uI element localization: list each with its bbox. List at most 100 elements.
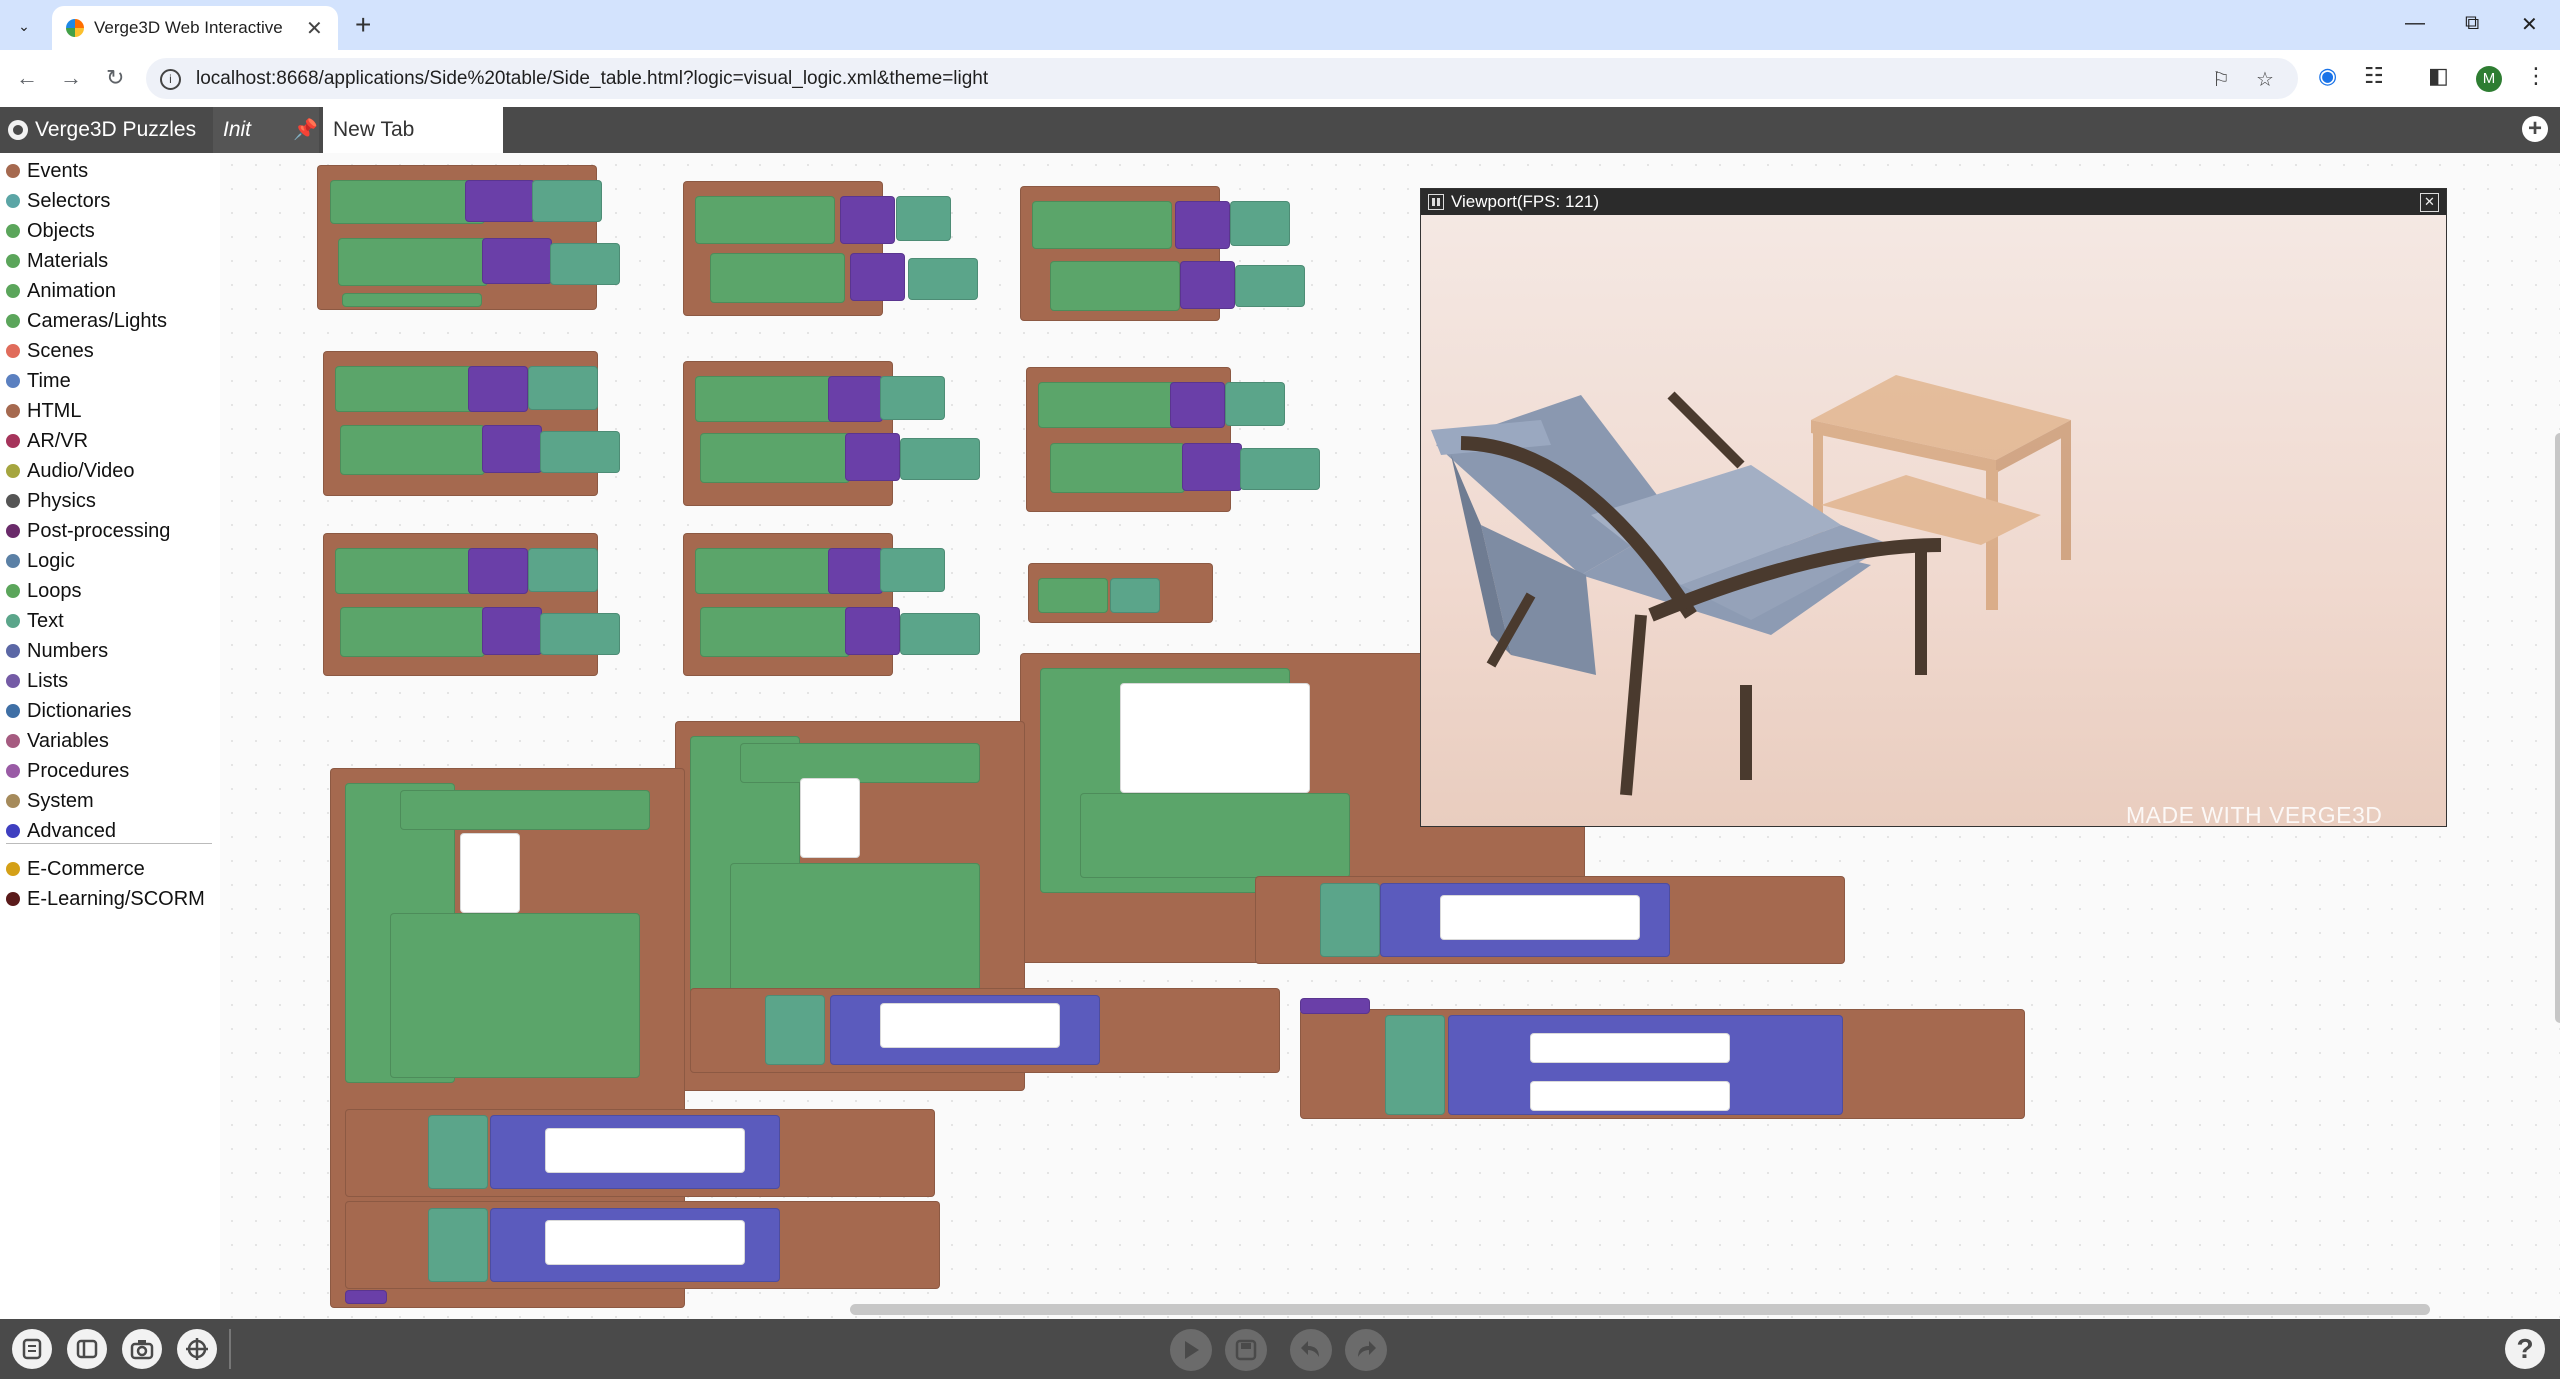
create-list-block[interactable] xyxy=(850,253,905,301)
category-loops[interactable]: Loops xyxy=(6,577,82,605)
map-range-block[interactable] xyxy=(1530,1033,1730,1063)
map-range-block[interactable] xyxy=(1120,683,1310,793)
site-info-icon[interactable]: i xyxy=(160,69,181,90)
translate-icon[interactable]: ⚐ xyxy=(2212,67,2230,92)
assign-material-block[interactable] xyxy=(342,293,482,307)
close-icon[interactable]: ✕ xyxy=(2420,193,2439,212)
get-morph-factor-block[interactable] xyxy=(740,743,980,783)
forward-arrow-icon[interactable]: → xyxy=(60,65,82,91)
workspace-vertical-scrollbar[interactable] xyxy=(2555,433,2560,1023)
create-list-block[interactable] xyxy=(828,376,883,422)
category-numbers[interactable]: Numbers xyxy=(6,637,108,665)
category-advanced[interactable]: Advanced xyxy=(6,817,116,845)
category-text[interactable]: Text xyxy=(6,607,64,635)
set-morph-factor-block[interactable] xyxy=(390,913,640,1078)
google-translate-extension-icon[interactable]: ◉ xyxy=(2318,63,2337,89)
create-list-block[interactable] xyxy=(482,425,542,473)
assign-material-block[interactable] xyxy=(700,607,850,657)
browser-menu-icon[interactable]: ⋮ xyxy=(2525,63,2547,89)
create-list-block[interactable] xyxy=(845,433,900,481)
assign-material-block[interactable] xyxy=(1050,261,1180,311)
restore-window-icon[interactable]: ⧉ xyxy=(2465,12,2479,35)
map-range-block[interactable] xyxy=(1440,895,1640,940)
assign-material-block[interactable] xyxy=(340,425,485,475)
category-audio-video[interactable]: Audio/Video xyxy=(6,457,135,485)
get-morph-factor-block[interactable] xyxy=(400,790,650,830)
create-list-block[interactable] xyxy=(1175,201,1230,249)
close-tab-icon[interactable]: ✕ xyxy=(306,16,323,41)
category-procedures[interactable]: Procedures xyxy=(6,757,129,785)
set-morph-factor-block[interactable] xyxy=(1080,793,1350,878)
pin-icon[interactable]: 📌 xyxy=(293,117,318,142)
category-lists[interactable]: Lists xyxy=(6,667,68,695)
new-tab-button[interactable]: + xyxy=(355,9,371,41)
browser-tab-active[interactable]: Verge3D Web Interactive ✕ xyxy=(52,6,338,50)
list-values-block[interactable] xyxy=(908,258,978,300)
create-list-block[interactable] xyxy=(845,607,900,655)
viewport-window[interactable]: Viewport(FPS: 121) ✕ MADE WITH VERGE3D xyxy=(1420,188,2447,827)
category-html[interactable]: HTML xyxy=(6,397,81,425)
map-range-block[interactable] xyxy=(545,1128,745,1173)
create-list-block[interactable] xyxy=(1182,443,1242,491)
workspace-horizontal-scrollbar[interactable] xyxy=(850,1304,2430,1315)
list-values-block[interactable] xyxy=(900,613,980,655)
category-materials[interactable]: Materials xyxy=(6,247,108,275)
assign-material-block[interactable] xyxy=(335,366,480,412)
assign-material-block[interactable] xyxy=(1032,201,1172,249)
center-workspace-icon[interactable] xyxy=(177,1329,217,1369)
create-text-block[interactable] xyxy=(428,1208,488,1282)
list-values-block[interactable] xyxy=(880,548,945,592)
create-list-block[interactable] xyxy=(482,238,552,284)
create-list-block[interactable] xyxy=(465,180,535,222)
side-panel-icon[interactable]: ◧ xyxy=(2428,63,2449,89)
text-block[interactable] xyxy=(1110,578,1160,613)
category-cameras-lights[interactable]: Cameras/Lights xyxy=(6,307,167,335)
map-range-block[interactable] xyxy=(545,1220,745,1265)
set-morph-factor-block[interactable] xyxy=(730,863,980,993)
undo-icon[interactable] xyxy=(1290,1329,1332,1371)
logic-block[interactable] xyxy=(1038,578,1108,613)
assign-material-block[interactable] xyxy=(695,196,835,244)
redo-icon[interactable] xyxy=(1345,1329,1387,1371)
map-range-block[interactable] xyxy=(1530,1081,1730,1111)
create-text-block[interactable] xyxy=(765,995,825,1065)
url-text[interactable]: localhost:8668/applications/Side%20table… xyxy=(196,68,988,90)
3d-scene-view[interactable]: MADE WITH VERGE3D TRIAL xyxy=(1421,215,2446,826)
create-list-block[interactable] xyxy=(840,196,895,244)
assign-material-block[interactable] xyxy=(340,607,485,657)
minimize-window-icon[interactable]: — xyxy=(2405,12,2425,35)
create-list-block[interactable] xyxy=(1170,382,1225,428)
category-selectors[interactable]: Selectors xyxy=(6,187,110,215)
profile-avatar[interactable]: M xyxy=(2476,66,2502,92)
create-text-block[interactable] xyxy=(1320,883,1380,957)
map-range-block[interactable] xyxy=(460,833,520,913)
list-values-block[interactable] xyxy=(1235,265,1305,307)
list-values-block[interactable] xyxy=(540,613,620,655)
create-list-block[interactable] xyxy=(482,607,542,655)
play-icon[interactable] xyxy=(1170,1329,1212,1371)
map-range-block[interactable] xyxy=(800,778,860,858)
list-values-block[interactable] xyxy=(896,196,951,241)
assign-material-block[interactable] xyxy=(700,433,850,483)
assign-material-block[interactable] xyxy=(330,180,485,224)
list-values-block[interactable] xyxy=(540,431,620,473)
category-post-processing[interactable]: Post-processing xyxy=(6,517,170,545)
save-icon[interactable] xyxy=(1225,1329,1267,1371)
assign-material-block[interactable] xyxy=(338,238,488,286)
list-values-block[interactable] xyxy=(1230,201,1290,246)
category-system[interactable]: System xyxy=(6,787,94,815)
close-window-icon[interactable]: ✕ xyxy=(2521,12,2538,37)
create-list-block[interactable] xyxy=(468,548,528,594)
reload-icon[interactable]: ↻ xyxy=(106,65,124,91)
address-bar[interactable]: i localhost:8668/applications/Side%20tab… xyxy=(146,58,2298,99)
category-logic[interactable]: Logic xyxy=(6,547,75,575)
list-values-block[interactable] xyxy=(528,366,598,410)
extensions-puzzle-icon[interactable]: ☷ xyxy=(2364,63,2384,89)
tab-search-button[interactable]: ⌄ xyxy=(11,13,37,39)
assign-material-block[interactable] xyxy=(335,548,480,594)
make-price-block[interactable] xyxy=(345,1290,387,1304)
category-scenes[interactable]: Scenes xyxy=(6,337,94,365)
screenshot-camera-icon[interactable] xyxy=(122,1329,162,1369)
assign-material-block[interactable] xyxy=(1038,382,1178,428)
list-values-block[interactable] xyxy=(880,376,945,420)
